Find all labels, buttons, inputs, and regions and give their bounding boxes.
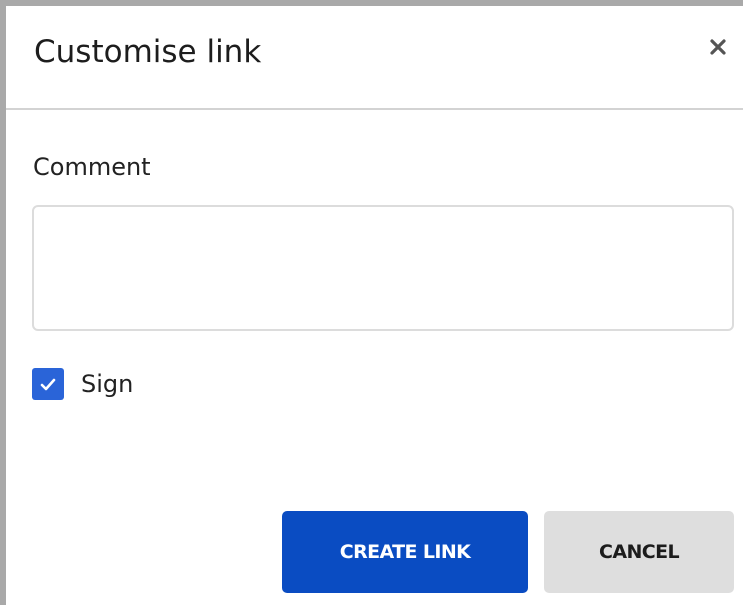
close-icon [710, 39, 726, 55]
close-button[interactable] [705, 34, 731, 60]
comment-input[interactable] [32, 205, 734, 331]
customise-link-dialog: Customise link Comment Sign CREATE LINK … [0, 0, 743, 605]
dialog-body: Comment Sign CREATE LINK CANCEL [6, 112, 743, 605]
create-link-button[interactable]: CREATE LINK [282, 511, 528, 593]
sign-label: Sign [81, 370, 134, 398]
cancel-button[interactable]: CANCEL [544, 511, 734, 593]
dialog-header: Customise link [6, 6, 743, 110]
checkmark-icon [40, 378, 56, 390]
sign-checkbox[interactable] [32, 368, 64, 400]
sign-checkbox-row[interactable]: Sign [32, 364, 133, 404]
dialog-title: Customise link [34, 34, 262, 70]
comment-label: Comment [33, 153, 151, 181]
